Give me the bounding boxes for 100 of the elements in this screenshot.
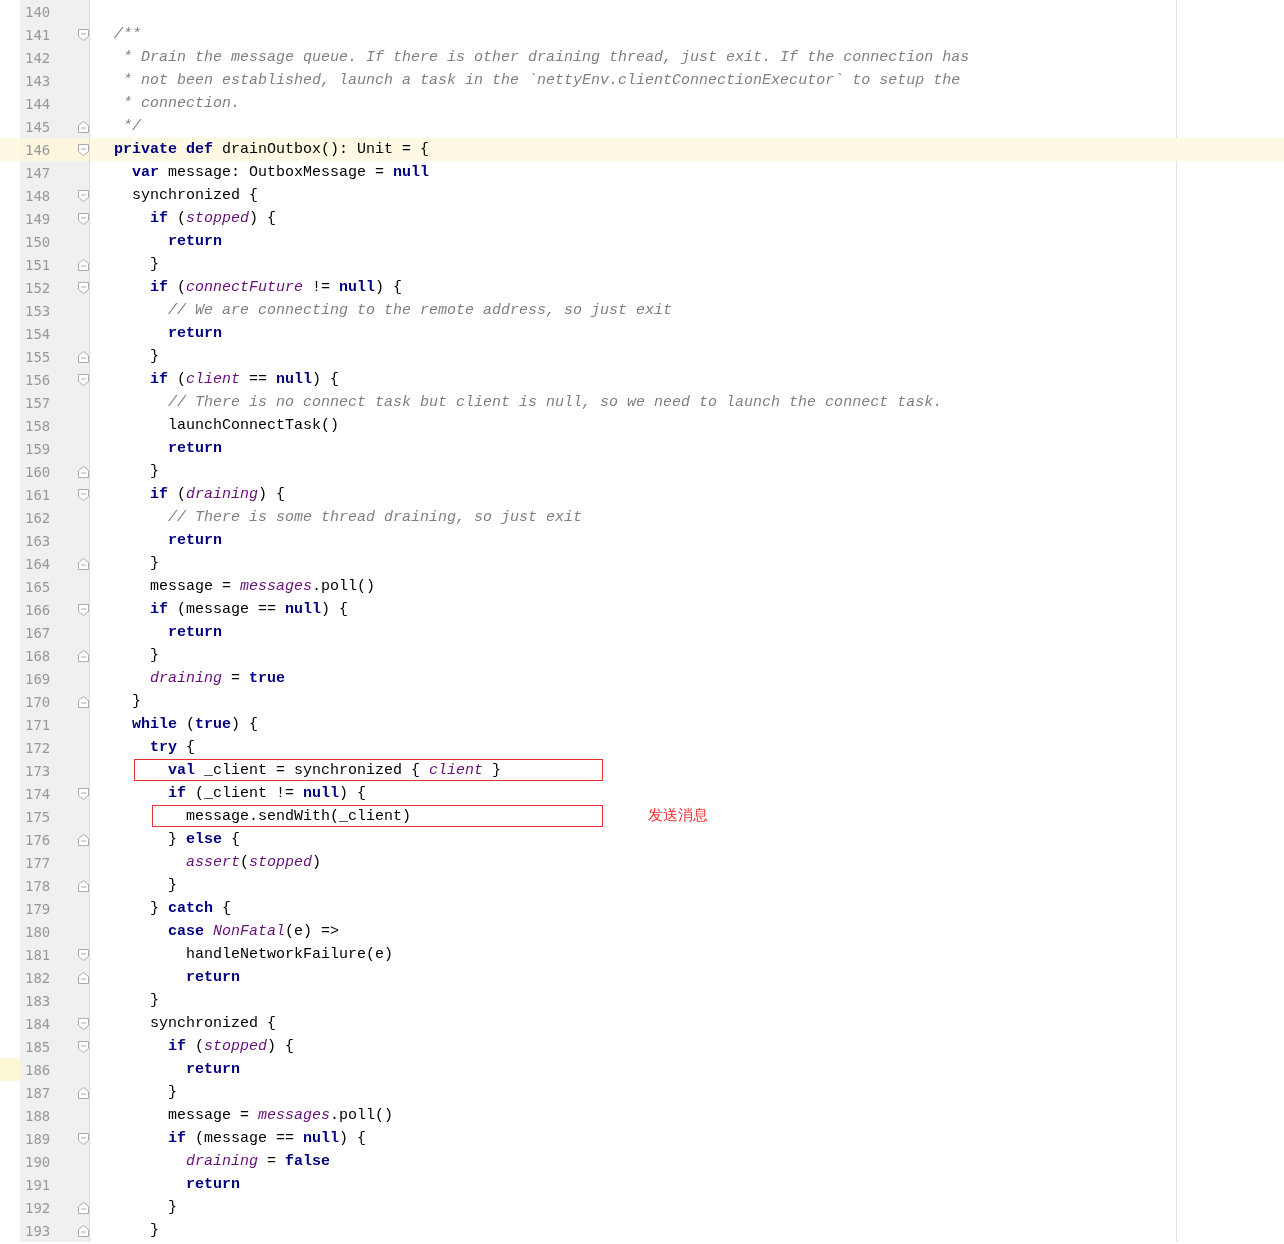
code-line: } catch { [150,900,232,917]
fold-icon[interactable] [78,787,89,800]
line-number: 164 [24,555,52,572]
line-number: 162 [24,509,52,526]
fold-icon[interactable] [78,1040,89,1053]
line-number: 163 [24,532,52,549]
fold-icon[interactable] [78,258,89,271]
code-line: if (client == null) { [150,371,340,388]
line-number: 181 [24,946,52,963]
line-number: 169 [24,670,52,687]
code-line: try { [150,739,196,756]
line-number: 177 [24,854,52,871]
fold-icon[interactable] [78,649,89,662]
line-number: 188 [24,1107,52,1124]
line-number: 178 [24,877,52,894]
line-number: 155 [24,348,52,365]
line-number: 153 [24,302,52,319]
code-comment: */ [123,118,142,135]
line-number: 166 [24,601,52,618]
code-line: message = messages.poll() [168,1107,394,1124]
line-number: 190 [24,1153,52,1170]
code-line: return [186,1176,241,1193]
fold-icon[interactable] [78,120,89,133]
code-comment: /** [114,26,141,43]
line-number: 152 [24,279,52,296]
fold-icon[interactable] [78,1224,89,1237]
code-line: assert(stopped) [186,854,322,871]
code-line: if (_client != null) { [168,785,367,802]
fold-icon[interactable] [78,281,89,294]
line-number: 150 [24,233,52,250]
code-line: return [168,440,223,457]
line-number: 191 [24,1176,52,1193]
line-number: 192 [24,1199,52,1216]
line-number: 180 [24,923,52,940]
code-line: if (message == null) { [168,1130,367,1147]
line-number: 186 [24,1061,52,1078]
fold-icon[interactable] [78,212,89,225]
code-line: return [186,969,241,986]
fold-icon[interactable] [78,1017,89,1030]
code-line: } else { [168,831,241,848]
fold-icon[interactable] [78,948,89,961]
line-number: 156 [24,371,52,388]
line-number: 167 [24,624,52,641]
line-number: 182 [24,969,52,986]
fold-icon[interactable] [78,350,89,363]
code-comment: * connection. [123,95,241,112]
code-line: return [168,233,223,250]
code-line: case NonFatal(e) => [168,923,340,940]
line-number: 179 [24,900,52,917]
fold-icon[interactable] [78,833,89,846]
code-line: if (stopped) { [150,210,277,227]
code-line: synchronized { [150,1015,277,1032]
line-number: 148 [24,187,52,204]
fold-icon[interactable] [78,1086,89,1099]
fold-icon[interactable] [78,695,89,708]
line-number: 171 [24,716,52,733]
code-line: val _client = synchronized { client } [168,762,502,779]
fold-icon[interactable] [78,879,89,892]
fold-icon[interactable] [78,603,89,616]
annotation-label: 发送消息 [648,806,708,825]
code-line: message = messages.poll() [150,578,376,595]
line-number: 144 [24,95,52,112]
fold-icon[interactable] [78,143,89,156]
fold-icon[interactable] [78,465,89,478]
code-line: message.sendWith(_client) [186,808,412,825]
line-number: 140 [24,3,52,20]
code-line: return [168,325,223,342]
line-number: 174 [24,785,52,802]
fold-icon[interactable] [78,189,89,202]
code-line: if (draining) { [150,486,286,503]
line-number: 143 [24,72,52,89]
code-line: return [168,624,223,641]
line-number: 154 [24,325,52,342]
line-number: 173 [24,762,52,779]
line-number: 184 [24,1015,52,1032]
fold-icon[interactable] [78,488,89,501]
code-line: } [150,348,160,365]
line-number: 145 [24,118,52,135]
fold-icon[interactable] [78,971,89,984]
fold-icon[interactable] [78,1201,89,1214]
fold-icon[interactable] [78,28,89,41]
code-line: } [150,555,160,572]
line-number: 147 [24,164,52,181]
code-line: private def drainOutbox(): Unit = { [114,141,430,158]
code-line: while (true) { [132,716,259,733]
line-number: 160 [24,463,52,480]
code-line: if (connectFuture != null) { [150,279,403,296]
fold-icon[interactable] [78,557,89,570]
code-line: } [132,693,142,710]
fold-icon[interactable] [78,373,89,386]
line-number: 157 [24,394,52,411]
line-number: 176 [24,831,52,848]
code-line: launchConnectTask() [168,417,340,434]
fold-icon[interactable] [78,1132,89,1145]
line-number: 193 [24,1222,52,1239]
line-number: 183 [24,992,52,1009]
code-comment: * Drain the message queue. If there is other draining thread, just exit. If the connection has [123,49,970,66]
line-number: 189 [24,1130,52,1147]
code-line: if (message == null) { [150,601,349,618]
code-comment: * not been established, launch a task in the `nettyEnv.clientConnectionExecutor` to setup the [123,72,961,89]
